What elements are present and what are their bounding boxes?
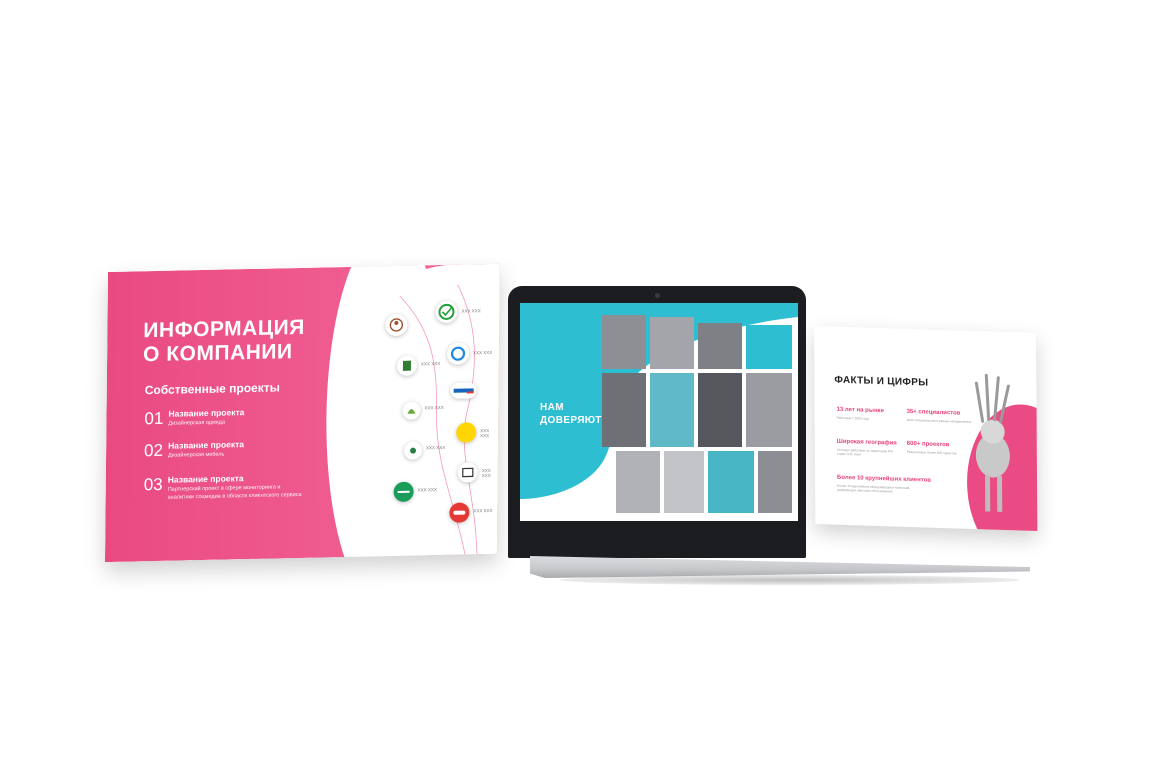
logo-caption: XXX XXX [424, 404, 444, 411]
fact-text: Работаем с 2005 года [836, 415, 869, 421]
slide-title-line-2: О КОМПАНИИ [143, 340, 293, 367]
photo-tile [602, 315, 646, 369]
logo-caption: XXX XXX [461, 308, 481, 314]
project-description: Дизайнерская мебель [168, 451, 225, 459]
project-name: Название проекта [168, 439, 245, 451]
fact-heading: 35+ специалистов [906, 408, 961, 417]
logo-caption: XXX XXX [426, 444, 446, 451]
fact-heading: Широкая география [836, 438, 897, 447]
logo-caption: XXX XXX [473, 349, 493, 356]
laptop-bezel [508, 521, 806, 558]
projects-subtitle: Собственные проекты [144, 380, 280, 398]
company-info-slide: ИНФОРМАЦИЯ О КОМПАНИИ Собственные проект… [104, 263, 500, 563]
fact-heading: Более 10 крупнейших клиентов [837, 474, 931, 484]
client-logo-icon [393, 481, 414, 503]
photo-tile [758, 451, 792, 513]
project-number: 03 [143, 474, 163, 495]
project-name: Название проекта [167, 473, 244, 485]
logo-caption: XXX XXX [473, 507, 493, 514]
client-logo-icon [385, 313, 408, 337]
laptop-shadow [560, 575, 1020, 585]
facts-slide: ФАКТЫ И ЦИФРЫ 13 лет на рынке Работаем с… [814, 326, 1038, 532]
mockup-scene: ИНФОРМАЦИЯ О КОМПАНИИ Собственные проект… [0, 0, 1155, 770]
logo-caption: XXX XXX [417, 487, 437, 493]
client-logo-icon [402, 401, 421, 420]
project-description: Партнерский проект в сфере мониторинга и… [167, 484, 302, 501]
photo-tile [616, 451, 660, 513]
logo-caption: XXX XXX [480, 428, 490, 439]
slide-title: ИНФОРМАЦИЯ О КОМПАНИИ [143, 316, 305, 367]
client-logo-icon [435, 300, 458, 324]
laptop-screen: НАМ ДОВЕРЯЮТ [520, 303, 798, 521]
fact-text: Штат специалистов в разных направлениях [906, 417, 972, 424]
project-name: Название проекта [168, 407, 245, 419]
screen-title-line-2: ДОВЕРЯЮТ [540, 415, 602, 426]
client-logo-icon [457, 462, 478, 483]
client-logo-icon [403, 441, 423, 460]
logo-caption: XXX XXX [420, 361, 441, 367]
project-number: 02 [144, 440, 164, 461]
fact-text: Успешно работаем по территории РФ, стран… [836, 447, 894, 457]
fact-text: доверяющих нам свое обслуживание [837, 487, 893, 494]
screen-title-line-1: НАМ [540, 402, 564, 413]
fact-text: Реализовано более 600 проектов [906, 449, 957, 456]
photo-tile [664, 451, 704, 513]
client-logo-icon [450, 382, 477, 399]
logo-caption: XXX XXX [481, 467, 491, 479]
client-logo-icon [446, 342, 470, 365]
fact-heading: 13 лет на рынке [836, 406, 884, 415]
photo-tile [746, 325, 792, 369]
client-logo-icon [396, 355, 418, 376]
photo-tile [602, 373, 646, 447]
photo-tile [708, 451, 754, 513]
project-description: Дизайнерская одежда [168, 419, 225, 427]
photo-tile [650, 373, 694, 447]
screen-title: НАМ ДОВЕРЯЮТ [540, 401, 602, 427]
photo-tile [746, 373, 792, 447]
doll-illustration [974, 373, 1010, 512]
project-number: 01 [144, 408, 164, 429]
photo-tile [698, 373, 742, 447]
slide-title-line-1: ИНФОРМАЦИЯ [143, 315, 305, 343]
client-logo-icon [449, 502, 470, 523]
photo-tile [650, 317, 694, 369]
facts-title: ФАКТЫ И ЦИФРЫ [834, 374, 929, 389]
laptop-camera [655, 293, 660, 298]
fact-heading: 600+ проектов [906, 440, 950, 449]
photo-tile [698, 323, 742, 369]
